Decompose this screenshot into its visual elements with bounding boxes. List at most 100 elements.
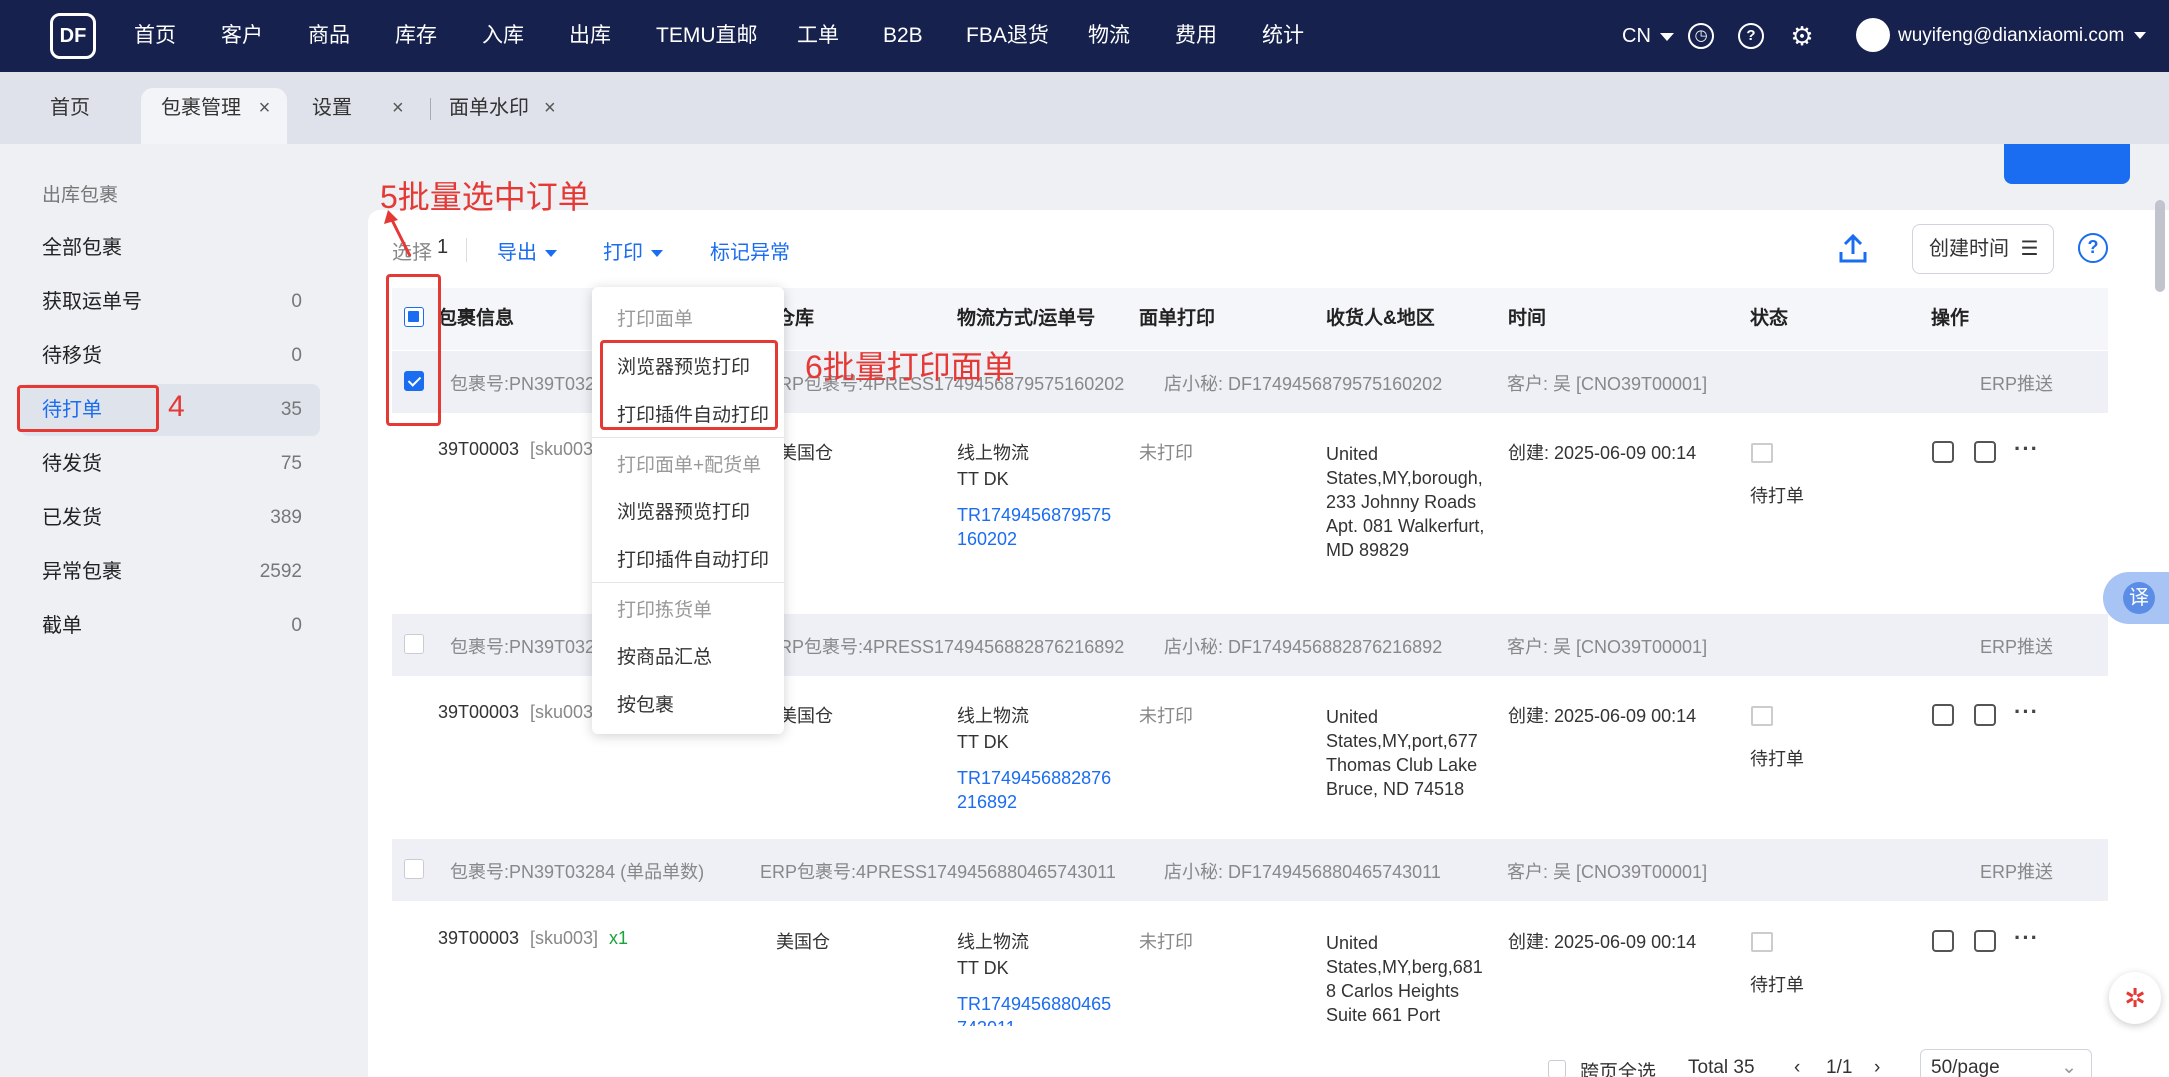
- sidebar-item-label: 待移货: [42, 345, 102, 367]
- sidebar-item-label: 待发货: [42, 453, 102, 475]
- language-switch[interactable]: CN: [1622, 0, 1675, 72]
- help-icon[interactable]: ?: [2078, 233, 2108, 263]
- sort-icon: ☰: [2020, 238, 2039, 260]
- print-status: 未打印: [1139, 932, 1193, 952]
- nav-b2b[interactable]: B2B: [883, 0, 923, 72]
- nav-home[interactable]: 首页: [134, 0, 176, 72]
- menu-item-by-package[interactable]: 按包裹: [617, 690, 674, 717]
- row-checkbox[interactable]: [404, 634, 424, 654]
- erp-push[interactable]: ERP推送: [1980, 370, 2053, 396]
- chevron-down-icon: [651, 250, 663, 258]
- menu-item-plugin-auto-print-2[interactable]: 打印插件自动打印: [617, 545, 769, 572]
- page-size-select[interactable]: 50/page ⌄: [1920, 1049, 2092, 1077]
- print-icon[interactable]: [1932, 930, 1954, 952]
- erp-push[interactable]: ERP推送: [1980, 858, 2053, 884]
- pagination-bar: [368, 1048, 2169, 1077]
- store-number: 店小秘: DF1749456880465743011: [1164, 862, 1441, 882]
- more-icon[interactable]: ···: [2014, 925, 2039, 951]
- menu-section-print-label-picking: 打印面单+配货单: [617, 455, 762, 476]
- sku-name: 39T00003: [438, 439, 520, 459]
- tab-settings[interactable]: 设置: [312, 88, 352, 144]
- gear-icon[interactable]: ⚙: [1788, 22, 1816, 50]
- chevron-down-icon: [2133, 32, 2146, 40]
- archive-icon[interactable]: [1974, 930, 1996, 952]
- export-label: 导出: [497, 242, 537, 264]
- close-icon[interactable]: ×: [544, 88, 556, 144]
- mark-abnormal-button[interactable]: 标记异常: [710, 236, 790, 265]
- nav-inventory[interactable]: 库存: [395, 0, 437, 72]
- scrollbar[interactable]: [2155, 200, 2165, 292]
- next-page-icon[interactable]: ›: [1874, 1057, 1880, 1077]
- nav-fees[interactable]: 费用: [1175, 0, 1217, 72]
- annotation-arrow: [384, 210, 412, 257]
- export-button[interactable]: 导出: [497, 236, 557, 265]
- sidebar-item-label: 获取运单号: [42, 291, 142, 313]
- sidebar-item-label: 全部包裹: [42, 237, 122, 259]
- nav-stats[interactable]: 统计: [1262, 0, 1304, 72]
- chevron-down-icon: ⌄: [2061, 1057, 2077, 1077]
- print-icon[interactable]: [1932, 441, 1954, 463]
- tracking-link[interactable]: TR1749456880465743011: [957, 992, 1117, 1026]
- tab-package-management[interactable]: 包裹管理 ×: [141, 88, 287, 144]
- more-icon[interactable]: ···: [2014, 436, 2039, 462]
- primary-action-button[interactable]: [2004, 144, 2130, 184]
- nav-customers[interactable]: 客户: [221, 0, 263, 72]
- tab-home[interactable]: 首页: [50, 88, 90, 144]
- tracking-link[interactable]: TR1749456882876216892: [957, 766, 1117, 814]
- sidebar-item-get-tracking[interactable]: 获取运单号 0: [20, 276, 320, 328]
- print-label: 打印: [603, 242, 643, 264]
- warehouse: 美国仓: [779, 443, 833, 463]
- app-logo[interactable]: DF: [50, 13, 96, 59]
- menu-item-by-product[interactable]: 按商品汇总: [617, 642, 712, 669]
- package-number: 包裹号:PN39T032: [450, 637, 596, 657]
- label-icon: [1751, 706, 1773, 726]
- row-checkbox[interactable]: [404, 859, 424, 879]
- sort-select[interactable]: 创建时间 ☰: [1912, 224, 2054, 274]
- close-icon[interactable]: ×: [392, 88, 404, 144]
- nav-logistics[interactable]: 物流: [1088, 0, 1130, 72]
- sidebar-item-to-ship[interactable]: 待发货 75: [20, 438, 320, 490]
- avatar[interactable]: [1856, 18, 1890, 52]
- customer: 客户: 吴 [CNO39T00001]: [1507, 374, 1708, 394]
- nav-products[interactable]: 商品: [308, 0, 350, 72]
- tab-label-watermark[interactable]: 面单水印: [449, 88, 529, 144]
- tab-label: 面单水印: [449, 97, 529, 119]
- user-menu[interactable]: wuyifeng@dianxiaomi.com: [1898, 0, 2146, 72]
- translate-button[interactable]: 译: [2103, 572, 2169, 624]
- nav-inbound[interactable]: 入库: [482, 0, 524, 72]
- prev-page-icon[interactable]: ‹: [1794, 1057, 1800, 1077]
- annotation-step-6: 6批量打印面单: [805, 349, 1015, 385]
- toolbar-divider: [466, 238, 467, 262]
- nav-tickets[interactable]: 工单: [797, 0, 839, 72]
- total-count: Total 35: [1688, 1057, 1755, 1077]
- sidebar-item-abnormal[interactable]: 异常包裹 2592: [20, 546, 320, 598]
- upload-icon[interactable]: [1836, 232, 1870, 266]
- sidebar-item-count: 75: [280, 453, 302, 474]
- network-icon[interactable]: ✲: [2109, 972, 2161, 1024]
- menu-item-browser-preview-print-2[interactable]: 浏览器预览打印: [617, 497, 750, 524]
- archive-icon[interactable]: [1974, 441, 1996, 463]
- sku-code: [sku003: [530, 439, 594, 459]
- more-icon[interactable]: ···: [2014, 699, 2039, 725]
- print-icon[interactable]: [1932, 704, 1954, 726]
- clock-icon[interactable]: ◷: [1688, 23, 1714, 49]
- tracking-link[interactable]: TR1749456879575160202: [957, 503, 1117, 551]
- nav-temu[interactable]: TEMU直邮: [656, 0, 758, 72]
- archive-icon[interactable]: [1974, 704, 1996, 726]
- sidebar-item-to-move[interactable]: 待移货 0: [20, 330, 320, 382]
- sidebar-item-label: 截单: [42, 615, 82, 637]
- cross-page-select-checkbox[interactable]: [1548, 1060, 1566, 1077]
- nav-fba-returns[interactable]: FBA退货: [966, 0, 1049, 72]
- sidebar-item-intercepted[interactable]: 截单 0: [20, 600, 320, 652]
- language-label: CN: [1622, 25, 1651, 47]
- sidebar-item-all[interactable]: 全部包裹: [20, 222, 320, 274]
- erp-push[interactable]: ERP推送: [1980, 633, 2053, 659]
- help-icon[interactable]: ?: [1738, 23, 1764, 49]
- print-button[interactable]: 打印: [603, 236, 663, 265]
- recipient-address: United States,MY,borough, 233 Johnny Roa…: [1326, 444, 1485, 560]
- quantity: x1: [609, 928, 629, 948]
- close-icon[interactable]: ×: [259, 97, 271, 119]
- sidebar-item-shipped[interactable]: 已发货 389: [20, 492, 320, 544]
- nav-outbound[interactable]: 出库: [569, 0, 611, 72]
- logistics-method: 线上物流: [957, 443, 1029, 463]
